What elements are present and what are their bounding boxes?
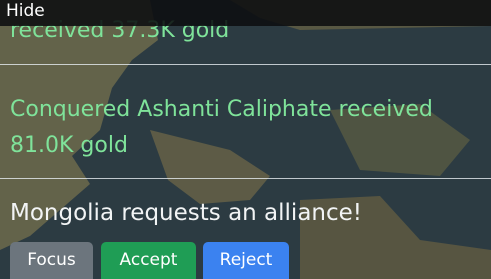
focus-button[interactable]: Focus — [10, 242, 93, 279]
event-log-panel: received 37.3K gold Conquered Ashanti Ca… — [0, 0, 491, 279]
event-log-header: Hide — [0, 0, 491, 26]
reject-button[interactable]: Reject — [203, 242, 289, 279]
hide-toggle[interactable]: Hide — [6, 0, 45, 26]
message-divider — [0, 64, 491, 65]
message-divider — [0, 178, 491, 179]
accept-button[interactable]: Accept — [101, 242, 196, 279]
alliance-request-text: Mongolia requests an alliance! — [10, 200, 363, 226]
conquest-message: Conquered Ashanti Caliphate received 81.… — [10, 97, 433, 158]
